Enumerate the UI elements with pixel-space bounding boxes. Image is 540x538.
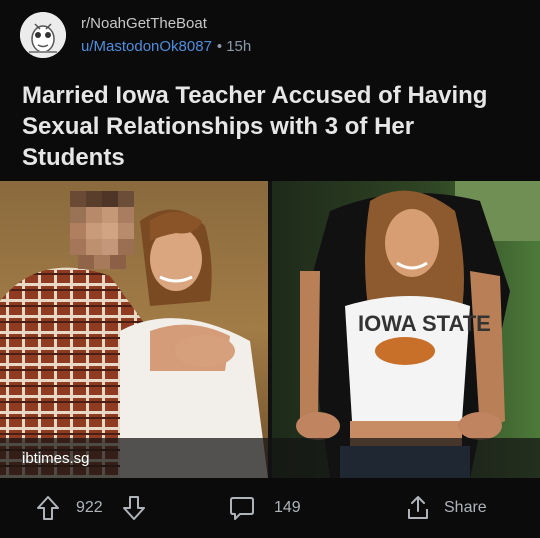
post-meta: u/MastodonOk8087 • 15h xyxy=(81,38,251,55)
share-button[interactable]: Share xyxy=(404,478,487,538)
right-photo: IOWA STATE xyxy=(272,181,540,478)
upvote-button[interactable] xyxy=(36,478,60,538)
link-domain-bar[interactable]: ibtimes.sg xyxy=(0,438,540,478)
post-age: 15h xyxy=(226,38,252,55)
comment-bubble-icon[interactable] xyxy=(228,494,256,522)
share-icon[interactable] xyxy=(404,494,432,522)
downvote-button[interactable] xyxy=(122,478,146,538)
post-image[interactable]: IOWA STATE ibtimes.sg xyxy=(0,181,540,478)
upvote-count: 922 xyxy=(76,499,103,516)
subreddit-name[interactable]: r/NoahGetTheBoat xyxy=(81,15,207,32)
action-bar: 922 149 Share xyxy=(0,478,540,538)
share-label[interactable]: Share xyxy=(444,499,487,517)
post-title[interactable]: Married Iowa Teacher Accused of Having S… xyxy=(22,80,517,173)
left-photo xyxy=(0,181,268,478)
comments-button[interactable] xyxy=(228,478,256,538)
author-username[interactable]: u/MastodonOk8087 xyxy=(81,38,212,55)
link-domain[interactable]: ibtimes.sg xyxy=(22,450,90,467)
downvote-arrow-icon[interactable] xyxy=(122,495,146,521)
shirt-print: IOWA STATE xyxy=(358,311,491,336)
upvote-arrow-icon[interactable] xyxy=(36,495,60,521)
subreddit-avatar[interactable] xyxy=(20,12,66,58)
meta-separator: • xyxy=(216,38,223,55)
comment-count: 149 xyxy=(274,499,301,516)
post-header: r/NoahGetTheBoat u/MastodonOk8087 • 15h xyxy=(0,0,540,72)
pixelated-face xyxy=(70,191,134,269)
